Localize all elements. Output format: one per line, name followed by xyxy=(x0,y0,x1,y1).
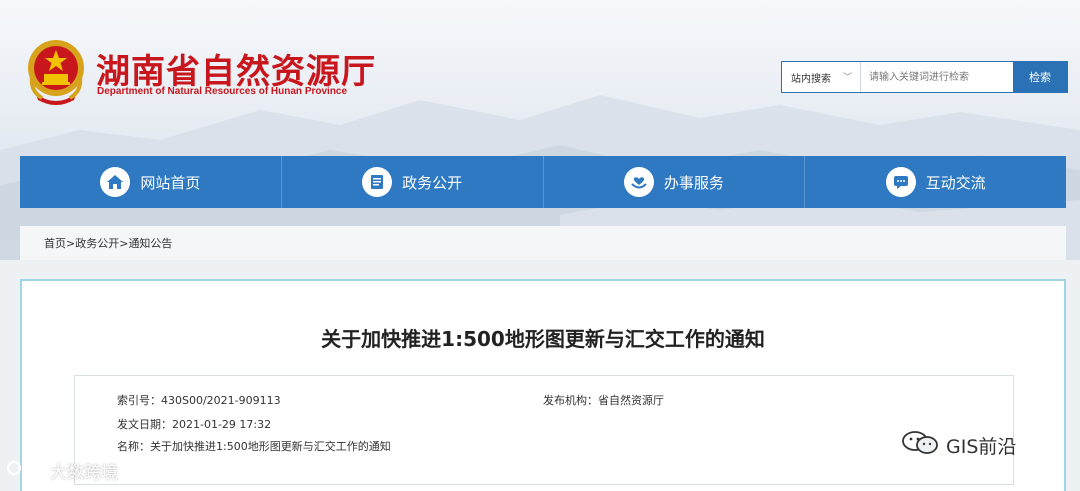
watermark-right-text: GIS前沿 xyxy=(946,436,1017,458)
watermark-left-text: 大数跨境 xyxy=(50,463,118,483)
document-icon xyxy=(362,167,393,197)
meta-date-label: 发文日期： xyxy=(117,418,172,431)
breadcrumb-home[interactable]: 首页 xyxy=(44,237,66,250)
article-title: 关于加快推进1:500地形图更新与汇交工作的通知 xyxy=(321,327,765,351)
nav-item-label: 办事服务 xyxy=(663,173,724,192)
header-background xyxy=(0,0,1080,260)
nav-item-label: 网站首页 xyxy=(140,173,201,192)
meta-name-value: 关于加快推进1:500地形图更新与汇交工作的通知 xyxy=(150,440,391,453)
site-subtitle: Department of Natural Resources of Hunan… xyxy=(97,86,348,97)
meta-publisher-label: 发布机构： xyxy=(543,394,598,407)
meta-date: 发文日期：2021-01-29 17:32 xyxy=(117,416,271,432)
breadcrumb-bar: 首页>政务公开>通知公告 xyxy=(20,226,1066,260)
nav-item-label: 政务公开 xyxy=(402,173,463,192)
chat-icon xyxy=(885,167,916,197)
search-bar: 站内搜索 ﹀ 检索 xyxy=(781,61,1068,93)
search-scope-select[interactable]: 站内搜索 ﹀ xyxy=(782,62,861,92)
nav-item-home[interactable]: 网站首页 xyxy=(20,156,282,208)
breadcrumb-notices[interactable]: 通知公告 xyxy=(128,237,172,250)
breadcrumb: 首页>政务公开>通知公告 xyxy=(44,235,172,251)
meta-name-label: 名称： xyxy=(117,440,150,453)
weibo-icon xyxy=(6,459,46,482)
meta-date-value: 2021-01-29 17:32 xyxy=(172,418,272,431)
wechat-icon xyxy=(900,430,940,461)
home-icon xyxy=(100,167,131,197)
meta-publisher-value: 省自然资源厅 xyxy=(598,394,664,407)
main-nav: 网站首页 政务公开 办事服务 互动交流 xyxy=(20,156,1066,208)
meta-index-value: 430S00/2021-909113 xyxy=(161,394,281,407)
breadcrumb-separator: > xyxy=(66,237,76,250)
breadcrumb-gov-affairs[interactable]: 政务公开 xyxy=(75,237,119,250)
meta-name: 名称：关于加快推进1:500地形图更新与汇交工作的通知 xyxy=(117,438,391,454)
meta-index: 索引号：430S00/2021-909113 xyxy=(117,392,281,408)
search-button[interactable]: 检索 xyxy=(1013,62,1067,92)
nav-item-services[interactable]: 办事服务 xyxy=(544,156,806,208)
meta-index-label: 索引号： xyxy=(117,394,161,407)
watermark-left: 大数跨境 xyxy=(6,458,118,483)
search-scope-label: 站内搜索 xyxy=(791,73,831,85)
nav-item-label: 互动交流 xyxy=(925,173,986,192)
nav-item-interaction[interactable]: 互动交流 xyxy=(805,156,1066,208)
nav-item-gov-affairs[interactable]: 政务公开 xyxy=(282,156,544,208)
chevron-down-icon: ﹀ xyxy=(842,73,852,83)
meta-publisher: 发布机构：省自然资源厅 xyxy=(543,392,664,408)
national-emblem-icon xyxy=(24,36,88,108)
search-input[interactable] xyxy=(861,62,1013,92)
hands-heart-icon xyxy=(623,167,654,197)
watermark-right: GIS前沿 xyxy=(900,430,1016,461)
article-meta: 索引号：430S00/2021-909113 发布机构：省自然资源厅 发文日期：… xyxy=(74,375,1014,485)
